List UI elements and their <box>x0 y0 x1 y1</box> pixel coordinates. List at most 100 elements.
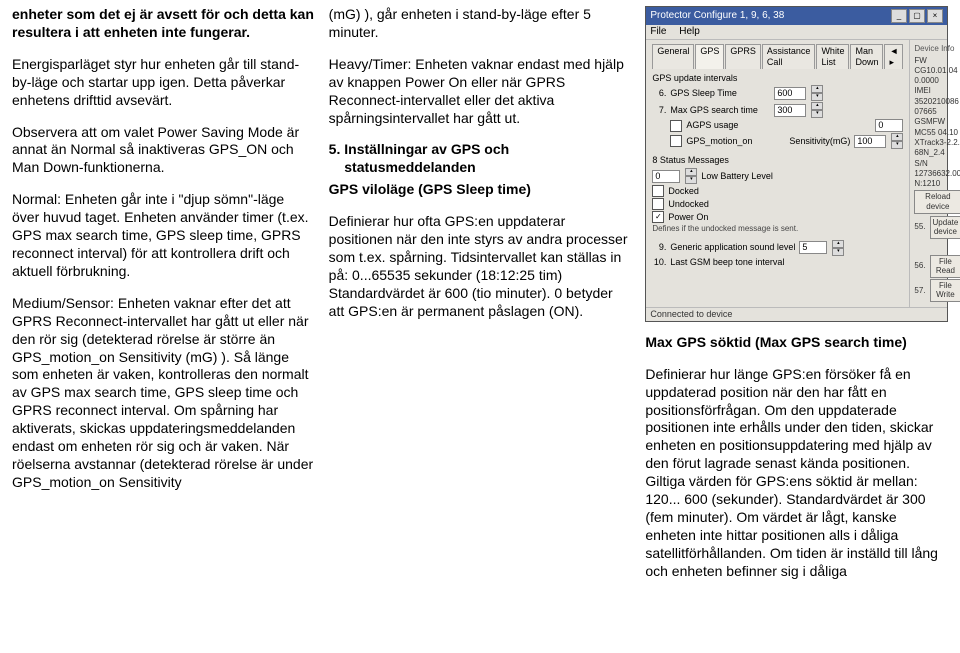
heading-line-2: statusmeddelanden <box>344 159 475 175</box>
dialog-body: General GPS GPRS Assistance Call White L… <box>646 40 947 307</box>
update-device-button[interactable]: Update device <box>930 216 960 239</box>
reload-device-button[interactable]: Reload device <box>914 190 960 213</box>
menu-file[interactable]: File <box>650 26 666 37</box>
file-read-button[interactable]: File Read <box>930 255 960 278</box>
col1-p5: Medium/Sensor: Enheten vaknar efter det … <box>12 295 315 492</box>
row-agps-usage: AGPS usage 0 <box>652 119 903 132</box>
fw-label: FW <box>914 56 960 66</box>
spinner-icon[interactable]: ▴▾ <box>891 133 903 149</box>
row-undocked: Undocked <box>652 198 903 210</box>
row-sound-level: 9. Generic application sound level 5 ▴▾ <box>652 240 903 256</box>
tab-gps[interactable]: GPS <box>695 44 724 69</box>
max-gps-search-label: Max GPS search time <box>670 105 770 116</box>
group-status-messages: 8 Status Messages 0 ▴▾ Low Battery Level… <box>652 155 903 233</box>
undocked-checkbox[interactable] <box>652 198 664 210</box>
device-info-header: Device Info <box>914 44 960 54</box>
sensitivity-label: Sensitivity(mG) <box>789 136 850 147</box>
col3-p: Definierar hur länge GPS:en försöker få … <box>645 366 948 581</box>
power-on-checkbox[interactable] <box>652 211 664 223</box>
file-read-num: 56. <box>914 261 925 271</box>
tab-white-list[interactable]: White List <box>816 44 849 69</box>
docked-label: Docked <box>668 186 699 197</box>
gsmfw-label: GSMFW <box>914 117 960 127</box>
file-write-button[interactable]: File Write <box>930 279 960 302</box>
row-low-battery: 0 ▴▾ Low Battery Level <box>652 168 903 184</box>
spinner-icon[interactable]: ▴▾ <box>832 240 844 256</box>
gps-sleep-time-label: GPS Sleep Time <box>670 88 770 99</box>
col1-p2: Energisparläget styr hur enheten går til… <box>12 56 315 110</box>
row-number: 10. <box>652 257 666 268</box>
group-status-label: 8 Status Messages <box>652 155 903 166</box>
update-num: 55. <box>914 222 925 232</box>
heading-number: 5. <box>329 141 341 159</box>
close-button[interactable]: × <box>927 9 943 23</box>
file-write-row: 57. File Write <box>914 279 960 302</box>
row-number: 6. <box>652 88 666 99</box>
subheading-gps-sleep: GPS viloläge (GPS Sleep time) <box>329 181 632 199</box>
defines-hint: Defines if the undocked message is sent. <box>652 224 903 234</box>
gsmfw-value2: XTrack3-2.2.68N_2.4 <box>914 138 960 157</box>
group-gps-intervals-label: GPS update intervals <box>652 73 903 84</box>
sound-level-input[interactable]: 5 <box>799 241 827 254</box>
tabs: General GPS GPRS Assistance Call White L… <box>652 44 903 69</box>
sensitivity-input[interactable]: 100 <box>854 135 886 148</box>
menu-help[interactable]: Help <box>679 26 700 37</box>
column-2: (mG) ), går enheten i stand-by-läge efte… <box>329 6 632 647</box>
sn-value: 12736632.00N:1210 <box>914 169 960 188</box>
column-3: Protector Configure 1, 9, 6, 38 _ ▢ × Fi… <box>645 6 948 647</box>
row-gps-motion: GPS_motion_on Sensitivity(mG) 100 ▴▾ <box>652 133 903 149</box>
imei-value: 352021008607665 <box>914 97 960 116</box>
tab-scroll[interactable]: ◄ ▸ <box>884 44 903 69</box>
minimize-button[interactable]: _ <box>891 9 907 23</box>
agps-label: AGPS usage <box>686 120 738 131</box>
config-dialog: Protector Configure 1, 9, 6, 38 _ ▢ × Fi… <box>645 6 948 322</box>
spinner-icon[interactable]: ▴▾ <box>811 85 823 101</box>
dialog-main: General GPS GPRS Assistance Call White L… <box>646 40 909 307</box>
docked-checkbox[interactable] <box>652 185 664 197</box>
gsmfw-value: MC55 04.10 <box>914 128 960 138</box>
file-read-row: 56. File Read <box>914 255 960 278</box>
row-power-on: Power On <box>652 211 903 223</box>
row-gps-sleep-time: 6. GPS Sleep Time 600 ▴▾ <box>652 85 903 101</box>
tab-general[interactable]: General <box>652 44 694 69</box>
spinner-icon[interactable]: ▴▾ <box>685 168 697 184</box>
gps-sleep-time-input[interactable]: 600 <box>774 87 806 100</box>
gps-motion-label: GPS_motion_on <box>686 136 752 147</box>
tab-man-down[interactable]: Man Down <box>850 44 883 69</box>
window-buttons: _ ▢ × <box>891 9 943 23</box>
fw-value: CG10.01.040.0000 <box>914 66 960 85</box>
col2-p3: Definierar hur ofta GPS:en uppdaterar po… <box>329 213 632 320</box>
row-number: 7. <box>652 105 666 116</box>
column-1: enheter som det ej är avsett för och det… <box>12 6 315 647</box>
heading-line-1: Inställningar av GPS och <box>344 141 509 157</box>
row-last-gsm-beep: 10. Last GSM beep tone interval <box>652 257 903 268</box>
titlebar: Protector Configure 1, 9, 6, 38 _ ▢ × <box>646 7 947 25</box>
max-gps-search-input[interactable]: 300 <box>774 104 806 117</box>
col2-p2: Heavy/Timer: Enheten vaknar endast med h… <box>329 56 632 128</box>
page: enheter som det ej är avsett för och det… <box>0 0 960 653</box>
window-title: Protector Configure 1, 9, 6, 38 <box>650 10 784 22</box>
agps-value[interactable]: 0 <box>875 119 903 132</box>
low-battery-input[interactable]: 0 <box>652 170 680 183</box>
agps-checkbox[interactable] <box>670 120 682 132</box>
gps-motion-checkbox[interactable] <box>670 135 682 147</box>
col2-p1: (mG) ), går enheten i stand-by-läge efte… <box>329 6 632 42</box>
sound-level-label: Generic application sound level <box>670 242 795 253</box>
imei-label: IMEI <box>914 86 960 96</box>
low-battery-label: Low Battery Level <box>701 171 773 182</box>
row-docked: Docked <box>652 185 903 197</box>
spinner-icon[interactable]: ▴▾ <box>811 102 823 118</box>
maximize-button[interactable]: ▢ <box>909 9 925 23</box>
undocked-label: Undocked <box>668 199 709 210</box>
file-write-num: 57. <box>914 286 925 296</box>
column-3-body: Max GPS söktid (Max GPS search time) Def… <box>645 334 948 647</box>
row-max-gps-search: 7. Max GPS search time 300 ▴▾ <box>652 102 903 118</box>
col3-heading: Max GPS söktid (Max GPS search time) <box>645 334 948 352</box>
last-gsm-beep-label: Last GSM beep tone interval <box>670 257 784 268</box>
update-row: 55. Update device <box>914 216 960 239</box>
tab-gprs[interactable]: GPRS <box>725 44 761 69</box>
col1-p4: Normal: Enheten går inte i "djup sömn"-l… <box>12 191 315 281</box>
group-gps-intervals: GPS update intervals 6. GPS Sleep Time 6… <box>652 73 903 150</box>
menubar: File Help <box>646 25 947 40</box>
tab-assistance-call[interactable]: Assistance Call <box>762 44 816 69</box>
